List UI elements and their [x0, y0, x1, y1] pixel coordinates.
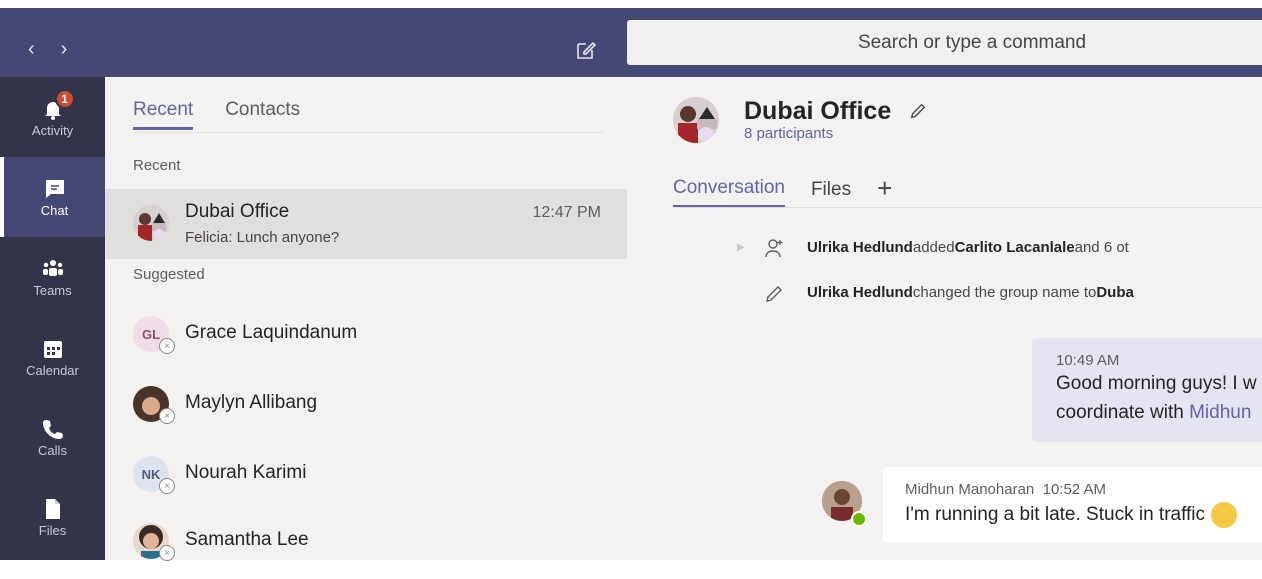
message-text-row: I'm running a bit late. Stuck in traffic	[905, 502, 1262, 528]
tab-files[interactable]: Files	[811, 179, 851, 207]
rail-item-label: Calls	[38, 442, 67, 458]
bell-icon: 1	[41, 88, 75, 121]
add-person-icon	[765, 238, 783, 257]
tab-conversation[interactable]: Conversation	[673, 177, 785, 208]
section-label-suggested: Suggested	[133, 266, 205, 283]
rail-item-label: Files	[38, 522, 67, 538]
rail-item-chat[interactable]: Chat	[0, 157, 105, 237]
mention-link[interactable]: Midhun	[1189, 402, 1251, 423]
back-arrow-icon[interactable]: ‹	[28, 38, 35, 61]
message[interactable]: Midhun Manoharan 10:52 AM I'm running a …	[883, 467, 1262, 543]
divider	[673, 207, 1262, 208]
participants-link[interactable]: 8 participants	[744, 125, 833, 142]
group-avatar	[673, 97, 719, 143]
tab-contacts[interactable]: Contacts	[225, 99, 300, 130]
contact-name: Samantha Lee	[185, 529, 309, 550]
status-unknown-icon: ×	[159, 545, 175, 561]
list-tabs: Recent Contacts	[133, 99, 300, 130]
rail-item-calendar[interactable]: Calendar	[0, 317, 105, 397]
history-nav: ‹ ›	[28, 38, 67, 61]
chat-time: 12:47 PM	[532, 204, 601, 221]
new-chat-icon[interactable]	[574, 38, 598, 62]
message-line: coordinate with Midhun	[1056, 402, 1252, 423]
my-message[interactable]: 10:49 AM Good morning guys! I w coordina…	[1032, 338, 1262, 442]
forward-arrow-icon[interactable]: ›	[61, 38, 68, 61]
search-input[interactable]: Search or type a command	[627, 20, 1262, 65]
status-unknown-icon: ×	[159, 408, 175, 424]
rail-item-activity[interactable]: 1 Activity	[0, 77, 105, 157]
file-icon	[41, 497, 65, 521]
suggested-contact[interactable]: GL × Grace Laquindanum	[105, 299, 627, 369]
pencil-icon	[766, 285, 782, 302]
rail-item-label: Teams	[33, 282, 72, 298]
edit-pencil-icon[interactable]	[909, 102, 927, 120]
message-header: Midhun Manoharan 10:52 AM	[905, 481, 1262, 498]
sweat-emoji-icon	[1211, 502, 1238, 528]
rail-item-label: Activity	[31, 122, 74, 138]
status-available-icon	[851, 511, 867, 527]
chat-name: Dubai Office	[185, 201, 290, 222]
message-text: I'm running a bit late. Stuck in traffic	[905, 504, 1206, 525]
group-avatar	[133, 205, 169, 241]
event-text: added	[912, 239, 955, 256]
conversation-pane: Dubai Office 8 participants Conversation…	[627, 77, 1262, 560]
event-actor: Ulrika Hedlund	[807, 284, 913, 301]
section-label-recent: Recent	[133, 157, 181, 174]
calendar-icon	[41, 337, 65, 361]
rail-item-teams[interactable]: Teams	[0, 237, 105, 317]
rail-item-files[interactable]: Files	[0, 477, 105, 557]
rail-item-calls[interactable]: Calls	[0, 397, 105, 477]
system-event-renamed: Ulrika Hedlund changed the group name to…	[766, 284, 1134, 302]
contact-name: Nourah Karimi	[185, 462, 307, 483]
rail-item-label: Chat	[40, 202, 69, 218]
event-target: Carlito Lacanlale	[954, 239, 1075, 256]
teams-icon	[41, 257, 65, 281]
message-author: Midhun Manoharan	[905, 481, 1035, 498]
contact-name: Grace Laquindanum	[185, 322, 358, 343]
app-rail: 1 Activity Chat Teams Calendar Calls Fil…	[0, 77, 105, 560]
chat-row-dubai-office[interactable]: Dubai Office Felicia: Lunch anyone? 12:4…	[105, 189, 627, 259]
top-strip	[0, 0, 1262, 8]
chat-list-pane: Recent Contacts Recent Dubai Office Feli…	[105, 77, 627, 561]
event-target: Duba	[1096, 284, 1134, 301]
event-text: changed the group name to	[912, 284, 1097, 301]
page-title: Dubai Office	[744, 97, 892, 125]
status-unknown-icon: ×	[159, 338, 175, 354]
message-time: 10:49 AM	[1056, 352, 1120, 369]
expand-caret-icon[interactable]: ▶	[737, 242, 745, 253]
chat-icon	[43, 177, 67, 201]
event-actor: Ulrika Hedlund	[807, 239, 913, 256]
phone-icon	[41, 417, 65, 441]
chat-preview: Felicia: Lunch anyone?	[185, 229, 340, 246]
tab-recent[interactable]: Recent	[133, 99, 194, 130]
system-event-added: ▶ Ulrika Hedlund added Carlito Lacanlale…	[737, 238, 1129, 257]
contact-name: Maylyn Allibang	[185, 392, 318, 413]
suggested-contact[interactable]: NK × Nourah Karimi	[105, 439, 627, 509]
notification-badge: 1	[54, 88, 75, 109]
suggested-contact[interactable]: × Samantha Lee	[105, 509, 627, 579]
message-line: Good morning guys! I w	[1056, 373, 1257, 394]
message-time: 10:52 AM	[1042, 481, 1106, 498]
suggested-contact[interactable]: × Maylyn Allibang	[105, 369, 627, 439]
divider	[133, 132, 603, 133]
status-unknown-icon: ×	[159, 478, 175, 494]
rail-item-label: Calendar	[26, 362, 79, 378]
event-text: and 6 ot	[1074, 239, 1129, 256]
